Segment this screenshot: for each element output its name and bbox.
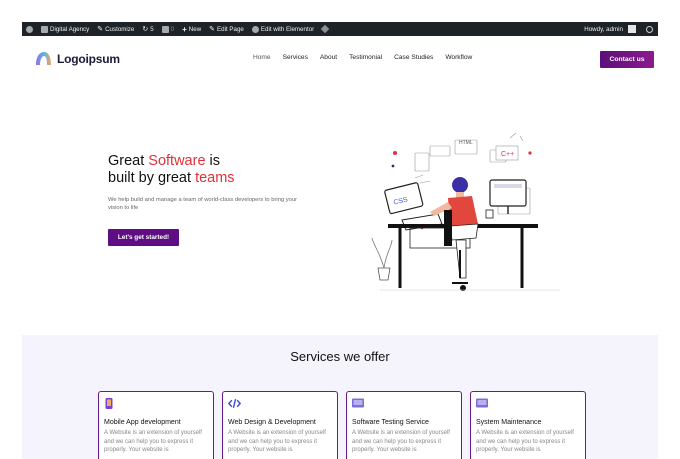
service-card-mobile[interactable]: Mobile App development A Website is an e… (98, 391, 214, 459)
diamond-icon (320, 24, 330, 34)
wordpress-icon (26, 25, 33, 33)
main-nav: Home Services About Testimonial Case Stu… (253, 54, 484, 61)
service-card-text: A Website is an extension of yourself an… (352, 430, 450, 453)
html-tag-label: HTML (459, 140, 473, 146)
hero-title-highlight1: Software (148, 153, 206, 169)
mobile-icon (105, 398, 113, 409)
service-card-title: System Maintenance (476, 419, 542, 426)
service-card-text: A Website is an extension of yourself an… (476, 430, 574, 453)
service-card-testing[interactable]: Software Testing Service A Website is an… (346, 391, 462, 459)
wp-admin-bar: Digital Agency ✎ Customize ↻ 5 0 + New ✎… (22, 22, 658, 36)
service-card-title: Mobile App development (104, 419, 181, 426)
nav-item-case-studies[interactable]: Case Studies (394, 54, 433, 61)
hero-title-highlight2: teams (195, 170, 235, 186)
service-card-title: Software Testing Service (352, 419, 429, 426)
edit-elementor-label: Edit with Elementor (260, 25, 315, 33)
home-icon (41, 25, 48, 33)
developer-illustration: HTML C++ CSS (371, 132, 560, 291)
pencil-icon: ✎ (209, 26, 216, 33)
howdy-label: Howdy, admin (584, 25, 623, 33)
service-card-text: A Website is an extension of yourself an… (104, 430, 202, 453)
service-card-title: Web Design & Development (228, 419, 316, 426)
edit-page-label: Edit Page (217, 25, 244, 33)
updates-link[interactable]: ↻ 5 (138, 22, 157, 36)
nav-item-workflow[interactable]: Workflow (445, 54, 472, 61)
comment-icon (161, 25, 169, 33)
edit-elementor-link[interactable]: Edit with Elementor (248, 22, 318, 36)
new-content-menu[interactable]: + New (178, 22, 205, 36)
code-icon (227, 398, 242, 409)
nav-item-services[interactable]: Services (283, 54, 308, 61)
hero-title-part3: built by great (108, 170, 196, 186)
site-logo[interactable]: Logoipsum (35, 51, 120, 66)
plus-icon: + (182, 24, 187, 34)
service-card-web[interactable]: Web Design & Development A Website is an… (222, 391, 338, 459)
search-icon[interactable] (646, 25, 653, 33)
site-name-menu[interactable]: Digital Agency (37, 22, 93, 36)
my-account-menu[interactable]: Howdy, admin (580, 22, 640, 36)
logo-mark-icon (36, 52, 51, 65)
diamond-menu[interactable] (318, 22, 332, 36)
services-title: Services we offer (290, 349, 390, 364)
wordpress-logo-menu[interactable] (22, 22, 37, 36)
nav-item-home[interactable]: Home (253, 54, 271, 61)
updates-count: 5 (150, 25, 154, 33)
hero-subtitle: We help build and manage a team of world… (108, 197, 298, 211)
nav-item-about[interactable]: About (320, 54, 337, 61)
edit-page-link[interactable]: ✎ Edit Page (205, 22, 248, 36)
testing-icon (352, 398, 364, 408)
elementor-icon (251, 25, 259, 33)
maintenance-icon (476, 398, 488, 408)
service-card-maintenance[interactable]: System Maintenance A Website is an exten… (470, 391, 586, 459)
logo-text: Logoipsum (57, 51, 120, 66)
new-label: New (188, 25, 202, 33)
hero-title-part2: is (205, 153, 221, 169)
get-started-button[interactable]: Let's get started! (108, 229, 179, 246)
services-section: Services we offer Mobile App development… (22, 335, 658, 459)
service-card-text: A Website is an extension of yourself an… (228, 430, 326, 453)
contact-us-button[interactable]: Contact us (600, 51, 654, 68)
comments-link[interactable]: 0 (158, 22, 178, 36)
nav-item-testimonial[interactable]: Testimonial (349, 54, 382, 61)
customize-label: Customize (105, 25, 135, 33)
avatar (628, 25, 636, 33)
updates-icon: ↻ (142, 26, 149, 33)
site-name-label: Digital Agency (50, 25, 90, 33)
hero-title-part1: Great (108, 153, 149, 169)
comments-count: 0 (170, 25, 175, 33)
brush-icon: ✎ (97, 26, 104, 33)
customize-link[interactable]: ✎ Customize (93, 22, 138, 36)
cpp-label: C++ (501, 151, 514, 158)
hero-title: Great Software is built by great teams (108, 153, 318, 187)
